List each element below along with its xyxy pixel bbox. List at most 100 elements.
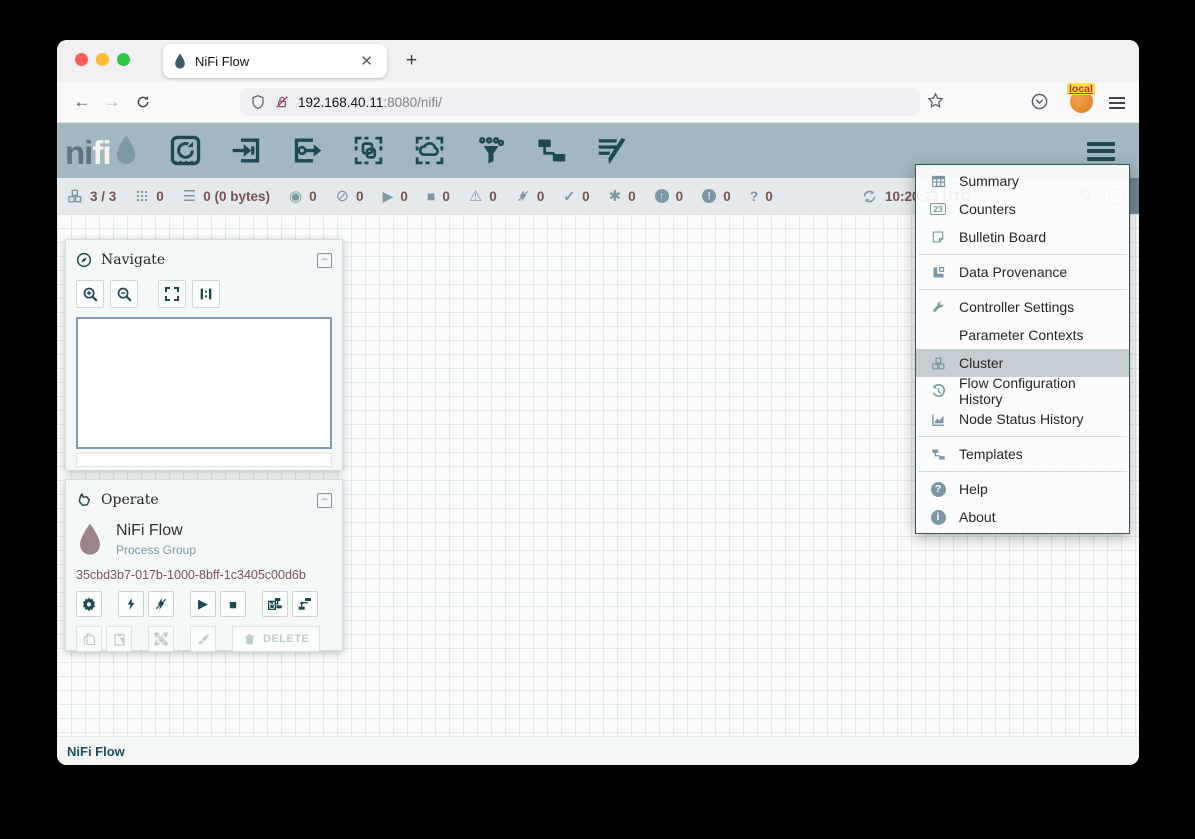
stop-icon: ■ bbox=[427, 188, 435, 204]
refresh-icon[interactable] bbox=[862, 189, 877, 204]
stop-button[interactable]: ■ bbox=[220, 591, 246, 617]
menu-item-summary[interactable]: Summary bbox=[916, 167, 1129, 195]
status-up-to-date: ✓0 bbox=[563, 188, 589, 205]
configure-button[interactable] bbox=[76, 591, 102, 617]
menu-separator bbox=[918, 436, 1127, 437]
save-template-button[interactable] bbox=[262, 591, 288, 617]
menu-item-about[interactable]: iAbout bbox=[916, 503, 1129, 531]
birdseye-view[interactable] bbox=[76, 317, 332, 449]
note-icon bbox=[928, 230, 948, 244]
shield-icon[interactable] bbox=[250, 94, 266, 110]
process-group-icon[interactable] bbox=[352, 134, 386, 168]
counter-icon: 23 bbox=[928, 203, 948, 216]
menu-item-counters[interactable]: 23Counters bbox=[916, 195, 1129, 223]
not-transmitting-icon: ⊘ bbox=[336, 186, 349, 206]
reload-button[interactable] bbox=[135, 94, 151, 110]
menu-separator bbox=[918, 254, 1127, 255]
insecure-lock-icon[interactable] bbox=[274, 94, 290, 110]
process-group-droplet-icon bbox=[76, 522, 104, 558]
copy-button[interactable] bbox=[76, 626, 102, 652]
history-icon bbox=[928, 384, 948, 399]
menu-separator bbox=[918, 471, 1127, 472]
menu-item-help[interactable]: ?Help bbox=[916, 475, 1129, 503]
processor-icon[interactable] bbox=[169, 134, 203, 168]
question-icon: ? bbox=[750, 188, 759, 204]
question-circle-icon: ? bbox=[928, 482, 948, 497]
new-tab-button[interactable]: + bbox=[398, 49, 425, 73]
paste-button[interactable] bbox=[106, 626, 132, 652]
zoom-fit-button[interactable] bbox=[158, 280, 186, 308]
collapse-navigate-button[interactable]: – bbox=[317, 253, 332, 268]
status-invalid: ⚠0 bbox=[469, 187, 497, 205]
url-text: 192.168.40.11:8080/nifi/ bbox=[298, 95, 442, 110]
tab-title: NiFi Flow bbox=[195, 54, 356, 69]
group-button[interactable] bbox=[148, 626, 174, 652]
cluster-icon bbox=[67, 188, 83, 204]
status-running: ▶0 bbox=[383, 188, 408, 205]
zoom-out-button[interactable] bbox=[110, 280, 138, 308]
pocket-icon[interactable] bbox=[1030, 92, 1049, 111]
wrench-icon bbox=[928, 300, 948, 314]
enable-button[interactable] bbox=[118, 591, 144, 617]
collapse-operate-button[interactable]: – bbox=[317, 493, 332, 508]
menu-item-templates[interactable]: Templates bbox=[916, 440, 1129, 468]
provenance-icon bbox=[928, 265, 948, 280]
warning-icon: ⚠ bbox=[469, 187, 482, 205]
upload-template-button[interactable] bbox=[292, 591, 318, 617]
label-icon[interactable] bbox=[596, 134, 630, 168]
navigate-title: Navigate bbox=[101, 252, 308, 268]
start-button[interactable]: ▶ bbox=[190, 591, 216, 617]
threads-icon bbox=[135, 189, 149, 203]
template-icon bbox=[928, 447, 948, 462]
delete-button[interactable]: DELETE bbox=[232, 626, 320, 652]
menu-item-controller-settings[interactable]: Controller Settings bbox=[916, 293, 1129, 321]
minimize-window-button[interactable] bbox=[96, 53, 109, 66]
forward-button[interactable]: → bbox=[97, 92, 127, 112]
status-disabled: 0 bbox=[516, 189, 545, 204]
change-color-button[interactable] bbox=[190, 626, 216, 652]
zoom-in-button[interactable] bbox=[76, 280, 104, 308]
info-circle-icon: i bbox=[928, 510, 948, 525]
input-port-icon[interactable] bbox=[230, 134, 264, 168]
table-icon bbox=[928, 174, 948, 189]
menu-item-node-status-history[interactable]: Node Status History bbox=[916, 405, 1129, 433]
funnel-icon[interactable] bbox=[474, 134, 508, 168]
url-bar[interactable]: 192.168.40.11:8080/nifi/ bbox=[240, 88, 920, 116]
zoom-actual-size-button[interactable] bbox=[192, 280, 220, 308]
global-menu-button[interactable] bbox=[1087, 138, 1115, 164]
menu-item-bulletin-board[interactable]: Bulletin Board bbox=[916, 223, 1129, 251]
profile-avatar[interactable]: local bbox=[1070, 90, 1093, 113]
browser-menu-button[interactable] bbox=[1109, 94, 1125, 112]
birdseye-brush[interactable] bbox=[76, 453, 332, 467]
bookmark-star-icon[interactable] bbox=[927, 92, 944, 109]
cubes-icon bbox=[928, 356, 948, 371]
maximize-window-button[interactable] bbox=[117, 53, 130, 66]
bolt-slash-icon bbox=[516, 189, 530, 203]
output-port-icon[interactable] bbox=[291, 134, 325, 168]
search-field-edge[interactable] bbox=[1130, 178, 1139, 214]
nifi-logo: nifi bbox=[65, 134, 139, 167]
process-group-id: 35cbd3b7-017b-1000-8bff-1c3405c00d6b bbox=[76, 568, 332, 582]
menu-item-parameter-contexts[interactable]: Parameter Contexts bbox=[916, 321, 1129, 349]
template-icon[interactable] bbox=[535, 134, 569, 168]
menu-item-cluster[interactable]: Cluster bbox=[916, 349, 1129, 377]
menu-item-data-provenance[interactable]: Data Provenance bbox=[916, 258, 1129, 286]
browser-window: NiFi Flow ✕ + ← → 192.168.40.11:8080/nif… bbox=[57, 40, 1139, 765]
nifi-droplet-icon bbox=[113, 134, 139, 167]
hand-icon bbox=[76, 492, 92, 508]
area-chart-icon bbox=[928, 412, 948, 427]
close-window-button[interactable] bbox=[75, 53, 88, 66]
selected-flow-name: NiFi Flow bbox=[116, 522, 196, 540]
disable-button[interactable] bbox=[148, 591, 174, 617]
status-locally-modified: ✱0 bbox=[609, 187, 636, 205]
browser-tab[interactable]: NiFi Flow ✕ bbox=[163, 44, 387, 78]
menu-item-flow-configuration-history[interactable]: Flow Configuration History bbox=[916, 377, 1129, 405]
remote-process-group-icon[interactable] bbox=[413, 134, 447, 168]
browser-tab-bar: NiFi Flow ✕ + bbox=[57, 40, 1139, 82]
menu-separator bbox=[918, 289, 1127, 290]
tab-close-icon[interactable]: ✕ bbox=[356, 52, 377, 71]
play-icon: ▶ bbox=[383, 188, 394, 205]
breadcrumb: NiFi Flow bbox=[57, 736, 1139, 765]
back-button[interactable]: ← bbox=[67, 92, 97, 112]
breadcrumb-root[interactable]: NiFi Flow bbox=[67, 744, 125, 759]
